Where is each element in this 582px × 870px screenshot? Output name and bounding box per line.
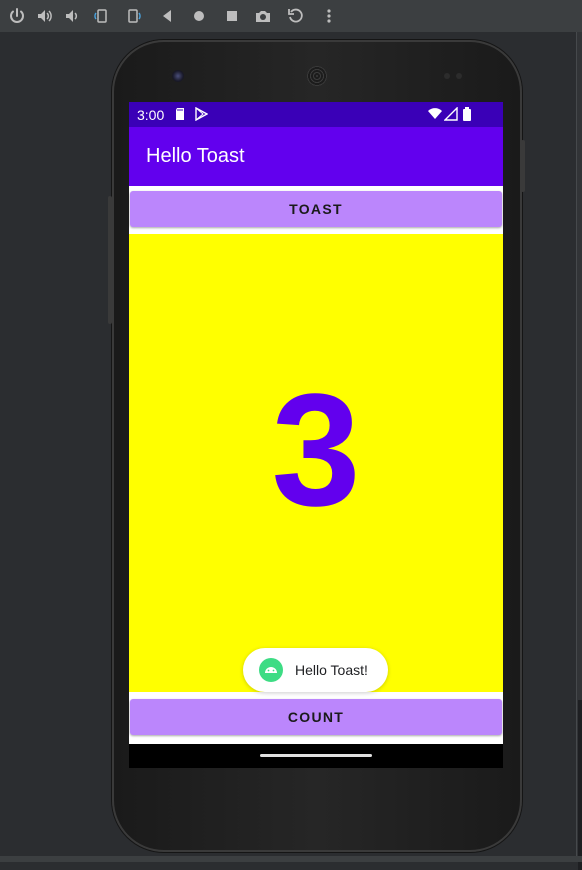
count-value: 3 xyxy=(271,360,361,539)
app-bar: Hello Toast xyxy=(129,127,503,186)
sd-card-icon xyxy=(176,108,184,120)
toast-popup: Hello Toast! xyxy=(243,648,388,692)
count-display: 3 xyxy=(129,234,503,692)
gesture-handle[interactable] xyxy=(260,754,372,757)
navigation-bar xyxy=(129,744,503,768)
battery-icon xyxy=(463,107,471,121)
android-icon xyxy=(259,658,283,682)
rotate-left-icon[interactable] xyxy=(90,5,112,27)
sensor-icon xyxy=(456,73,462,79)
front-camera-icon xyxy=(172,70,184,82)
power-icon[interactable] xyxy=(6,5,28,27)
bottom-divider xyxy=(0,856,582,862)
toast-text: Hello Toast! xyxy=(295,662,368,678)
scroll-edge xyxy=(576,32,582,870)
status-time: 3:00 xyxy=(137,107,165,123)
count-button[interactable]: COUNT xyxy=(130,699,502,735)
home-icon[interactable] xyxy=(188,5,210,27)
signal-icon xyxy=(444,107,458,121)
rotate-right-icon[interactable] xyxy=(123,5,145,27)
replay-icon[interactable] xyxy=(285,5,307,27)
back-icon[interactable] xyxy=(156,5,178,27)
device-screen: 3:00 Hello Toast TOAST 3 Hello Toast! CO… xyxy=(129,102,503,768)
toast-button[interactable]: TOAST xyxy=(130,191,502,227)
sensor-icon xyxy=(444,73,450,79)
overview-icon[interactable] xyxy=(221,5,243,27)
volume-down-icon[interactable] xyxy=(61,5,83,27)
earpiece-speaker-icon xyxy=(307,66,327,86)
wifi-icon xyxy=(428,108,442,119)
play-store-icon xyxy=(195,107,208,121)
emulator-toolbar xyxy=(0,0,582,32)
app-title: Hello Toast xyxy=(146,145,245,167)
side-button-left xyxy=(108,196,112,324)
more-icon[interactable] xyxy=(318,5,340,27)
side-button-right xyxy=(521,140,525,192)
volume-up-icon[interactable] xyxy=(34,5,56,27)
camera-icon[interactable] xyxy=(252,5,274,27)
status-bar: 3:00 xyxy=(129,102,503,127)
